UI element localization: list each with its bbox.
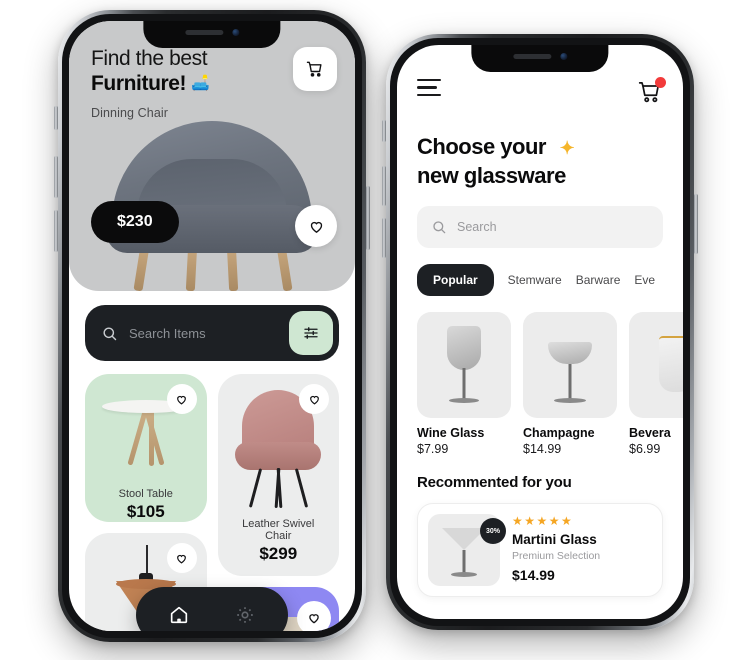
product-name: Wine Glass xyxy=(417,426,485,441)
product-card-wine-glass[interactable]: Wine Glass $7.99 xyxy=(417,312,511,456)
section-title-recommended: Recommented for you xyxy=(417,474,572,492)
power-button[interactable] xyxy=(694,194,698,254)
product-name: Stool Table xyxy=(118,488,173,500)
glassware-page: Choose your ✦ new glassware Search Popul… xyxy=(397,45,683,598)
recommended-info: ★★★★★ Martini Glass Premium Selection $1… xyxy=(512,514,600,586)
discount-badge: 30% xyxy=(480,518,506,545)
sliders-icon xyxy=(304,327,318,339)
bottom-navigation xyxy=(136,587,288,631)
hero-banner: Find the best Furniture! 🛋️ Dinning Chai… xyxy=(69,21,355,291)
favorite-button[interactable] xyxy=(166,384,197,414)
phone-bezel-1: Find the best Furniture! 🛋️ Dinning Chai… xyxy=(62,14,362,638)
front-camera xyxy=(559,53,567,60)
mute-switch[interactable] xyxy=(54,106,58,130)
menu-line xyxy=(417,86,437,89)
product-thumbnail: 30% xyxy=(428,514,506,587)
search-icon xyxy=(103,326,117,340)
product-price: $6.99 xyxy=(629,442,661,457)
earpiece-speaker xyxy=(184,30,223,35)
cart-icon xyxy=(306,61,322,77)
menu-line xyxy=(417,79,441,82)
mockup-stage: Find the best Furniture! 🛋️ Dinning Chai… xyxy=(0,0,739,660)
hero-cart-button[interactable] xyxy=(293,47,337,91)
hamburger-menu-button[interactable] xyxy=(417,79,441,101)
cart-button[interactable] xyxy=(637,77,666,110)
product-subtitle: Premium Selection xyxy=(512,550,601,563)
phone-screen-1: Find the best Furniture! 🛋️ Dinning Chai… xyxy=(69,21,355,631)
product-thumbnail xyxy=(629,312,683,419)
heart-icon xyxy=(309,395,319,405)
hero-subtitle: Dinning Chair xyxy=(91,105,169,120)
recommended-product-card[interactable]: 30% ★★★★★ Martini Glass Premium Selectio… xyxy=(417,503,663,598)
heart-icon xyxy=(310,221,322,233)
search-bar[interactable]: Search xyxy=(417,206,663,249)
tab-stemware[interactable]: Stemware xyxy=(508,273,562,287)
hero-text-block: Find the best Furniture! 🛋️ Dinning Chai… xyxy=(91,47,210,120)
heart-icon xyxy=(309,614,319,624)
cart-badge xyxy=(655,77,666,88)
nav-item-home[interactable] xyxy=(168,604,190,626)
product-price: $14.99 xyxy=(512,567,555,584)
hero-favorite-button[interactable] xyxy=(295,205,337,247)
phone-screen-2: Choose your ✦ new glassware Search Popul… xyxy=(397,45,683,619)
page-title-line2: new glassware xyxy=(417,163,566,189)
product-price: $299 xyxy=(259,544,298,563)
search-bar[interactable]: Search Items xyxy=(85,305,339,361)
volume-down-button[interactable] xyxy=(382,218,386,258)
hero-title-line2: Furniture! 🛋️ xyxy=(91,71,210,97)
favorite-button[interactable] xyxy=(299,384,329,414)
notch-1 xyxy=(143,21,281,48)
menu-line xyxy=(417,93,441,97)
gear-icon xyxy=(237,607,253,623)
hero-price-badge: $230 xyxy=(91,201,179,243)
rating-stars: ★★★★★ xyxy=(512,514,574,529)
app-bar xyxy=(417,77,666,110)
search-input[interactable]: Search Items xyxy=(129,326,289,341)
phone-device-1: Find the best Furniture! 🛋️ Dinning Chai… xyxy=(54,10,370,642)
notch-2 xyxy=(471,45,609,72)
tab-barware[interactable]: Barware xyxy=(576,273,621,287)
filter-button[interactable] xyxy=(289,311,333,355)
home-icon xyxy=(170,606,188,624)
sofa-emoji-icon: 🛋️ xyxy=(191,75,210,93)
search-input[interactable]: Search xyxy=(457,220,497,234)
product-price: $7.99 xyxy=(417,442,449,457)
product-thumbnail xyxy=(523,312,617,419)
product-thumbnail xyxy=(417,312,511,419)
product-card-swivel-chair[interactable]: Leather Swivel Chair $299 xyxy=(217,374,339,576)
favorite-button[interactable] xyxy=(297,601,331,631)
product-card-stool-table[interactable]: Stool Table $105 xyxy=(85,374,207,522)
volume-up-button[interactable] xyxy=(54,156,58,198)
volume-up-button[interactable] xyxy=(382,166,386,206)
mute-switch[interactable] xyxy=(382,120,386,142)
product-price: $14.99 xyxy=(523,442,562,457)
tab-everyday[interactable]: Eve xyxy=(634,273,655,287)
front-camera xyxy=(231,29,239,36)
search-icon xyxy=(433,221,446,234)
heart-icon xyxy=(177,554,186,564)
category-tabs: Popular Stemware Barware Eve xyxy=(417,264,663,297)
product-carousel[interactable]: Wine Glass $7.99 Champagne $14.99 Bevera… xyxy=(417,312,683,456)
phone-device-2: Choose your ✦ new glassware Search Popul… xyxy=(382,34,698,630)
sparkle-icon: ✦ xyxy=(559,138,575,158)
heart-icon xyxy=(177,395,186,405)
product-price: $105 xyxy=(126,502,165,521)
hero-title-line1: Find the best xyxy=(91,47,208,70)
hero-title-line2-text: Furniture! xyxy=(91,71,187,95)
tab-popular[interactable]: Popular xyxy=(417,264,494,297)
volume-down-button[interactable] xyxy=(54,210,58,252)
favorite-button[interactable] xyxy=(166,543,197,573)
nav-item-settings[interactable] xyxy=(234,604,256,626)
product-name: Bevera xyxy=(629,426,671,441)
product-card-champagne[interactable]: Champagne $14.99 xyxy=(523,312,617,456)
product-name: Champagne xyxy=(523,426,595,441)
earpiece-speaker xyxy=(512,54,551,59)
product-name: Martini Glass xyxy=(512,532,597,548)
page-title: Choose your ✦ new glassware xyxy=(417,132,663,190)
product-name: Leather Swivel Chair xyxy=(242,518,315,542)
power-button[interactable] xyxy=(366,186,370,250)
phone-bezel-2: Choose your ✦ new glassware Search Popul… xyxy=(390,38,690,626)
product-card-beverage-glass[interactable]: Bevera $6.99 xyxy=(629,312,683,456)
page-title-line1: Choose your xyxy=(417,134,546,159)
